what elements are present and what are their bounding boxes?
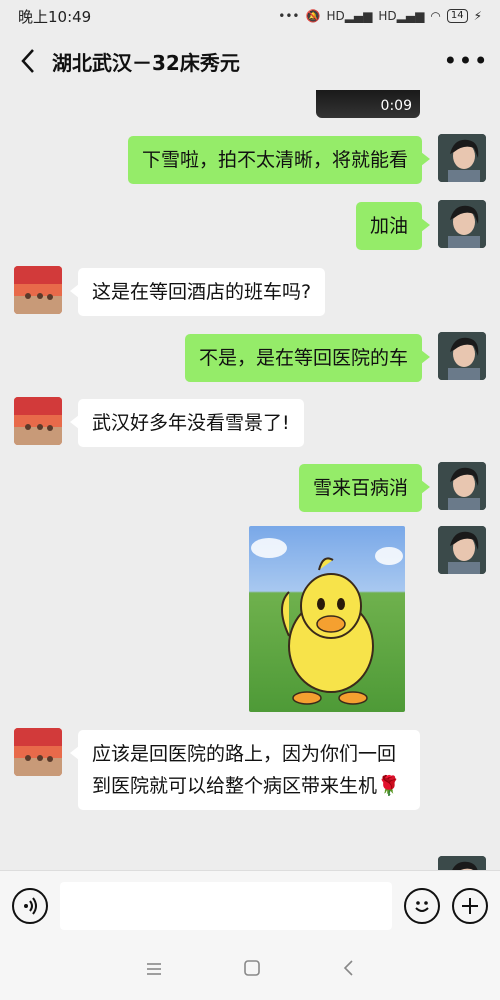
duck-sticker[interactable] [249, 526, 405, 712]
dots-icon: ••• [278, 9, 300, 23]
voice-icon [24, 896, 37, 915]
contact-avatar[interactable] [14, 397, 62, 445]
message-input[interactable] [60, 881, 392, 930]
menu-icon [147, 963, 161, 975]
more-icon: ••• [443, 47, 489, 75]
message-bubble-me[interactable]: 不是，是在等回医院的车 [184, 334, 431, 382]
status-time: 晚上10:49 [18, 7, 92, 26]
message-bubble-other[interactable]: 这是在等回酒店的班车吗? [69, 268, 326, 316]
my-avatar[interactable] [438, 200, 486, 248]
message-bubble-me[interactable]: 下雪啦，拍不太清晰，将就能看 [127, 136, 431, 184]
emoji-button[interactable] [404, 887, 440, 924]
mute-icon: 🔕 [305, 9, 321, 23]
my-avatar[interactable] [438, 134, 486, 182]
avatar-image [14, 266, 62, 314]
signal-icon-2: HD▂▄▆ [378, 9, 425, 23]
back-button[interactable] [14, 41, 42, 81]
chat-title: 湖北武汉－32床秀元 [52, 50, 240, 75]
wifi-icon: ◠ [430, 9, 441, 23]
message-bubble-other[interactable]: 武汉好多年没看雪景了! [70, 399, 304, 447]
home-icon [244, 960, 260, 976]
my-avatar[interactable] [438, 526, 486, 574]
avatar-image [438, 462, 486, 510]
more-button[interactable]: ••• [443, 41, 489, 81]
message-bubble-me[interactable]: 雪来百病消 [298, 464, 431, 512]
avatar-image [438, 332, 486, 380]
voice-button[interactable] [12, 887, 48, 924]
avatar-image [438, 526, 486, 574]
message-bubble-me[interactable]: 加油 [355, 202, 431, 250]
video-message[interactable]: 0:09 [316, 90, 420, 118]
avatar-image [14, 397, 62, 445]
video-duration: 0:09 [380, 98, 412, 114]
status-icons: ••• 🔕 HD▂▄▆ HD▂▄▆ ◠ 14 ⚡ [278, 9, 482, 23]
contact-avatar[interactable] [14, 266, 62, 314]
duck-sticker-image [251, 538, 403, 705]
my-avatar[interactable] [438, 462, 486, 510]
add-button[interactable] [452, 887, 488, 924]
system-nav-bar [0, 940, 500, 1000]
chat-header: 湖北武汉－32床秀元 ••• [0, 32, 500, 90]
emoji-icon [415, 900, 429, 912]
charging-icon: ⚡ [473, 9, 482, 23]
my-avatar[interactable] [438, 332, 486, 380]
chat-area[interactable]: 0:09 下雪啦，拍不太清晰，将就能看 加油 这是在等回酒店的班车吗? 不是，是… [0, 90, 500, 870]
signal-icon: HD▂▄▆ [326, 9, 373, 23]
contact-avatar[interactable] [14, 728, 62, 776]
avatar-image [438, 856, 486, 870]
plus-icon [462, 897, 478, 914]
status-bar: 晚上10:49 ••• 🔕 HD▂▄▆ HD▂▄▆ ◠ 14 ⚡ [0, 0, 500, 32]
message-bubble-other[interactable]: 应该是回医院的路上，因为你们一回到医院就可以给整个病区带来生机🌹 [70, 730, 420, 810]
nav-back-button[interactable] [341, 958, 355, 982]
battery-icon: 14 [446, 9, 468, 23]
avatar-image [438, 134, 486, 182]
avatar-image [14, 728, 62, 776]
chevron-left-icon [21, 49, 34, 73]
my-avatar[interactable] [438, 856, 486, 870]
input-bar [0, 870, 500, 940]
nav-home-button[interactable] [243, 958, 261, 982]
avatar-image [438, 200, 486, 248]
back-icon [343, 960, 353, 976]
nav-menu-button[interactable] [145, 958, 163, 982]
battery-level: 14 [450, 10, 464, 21]
